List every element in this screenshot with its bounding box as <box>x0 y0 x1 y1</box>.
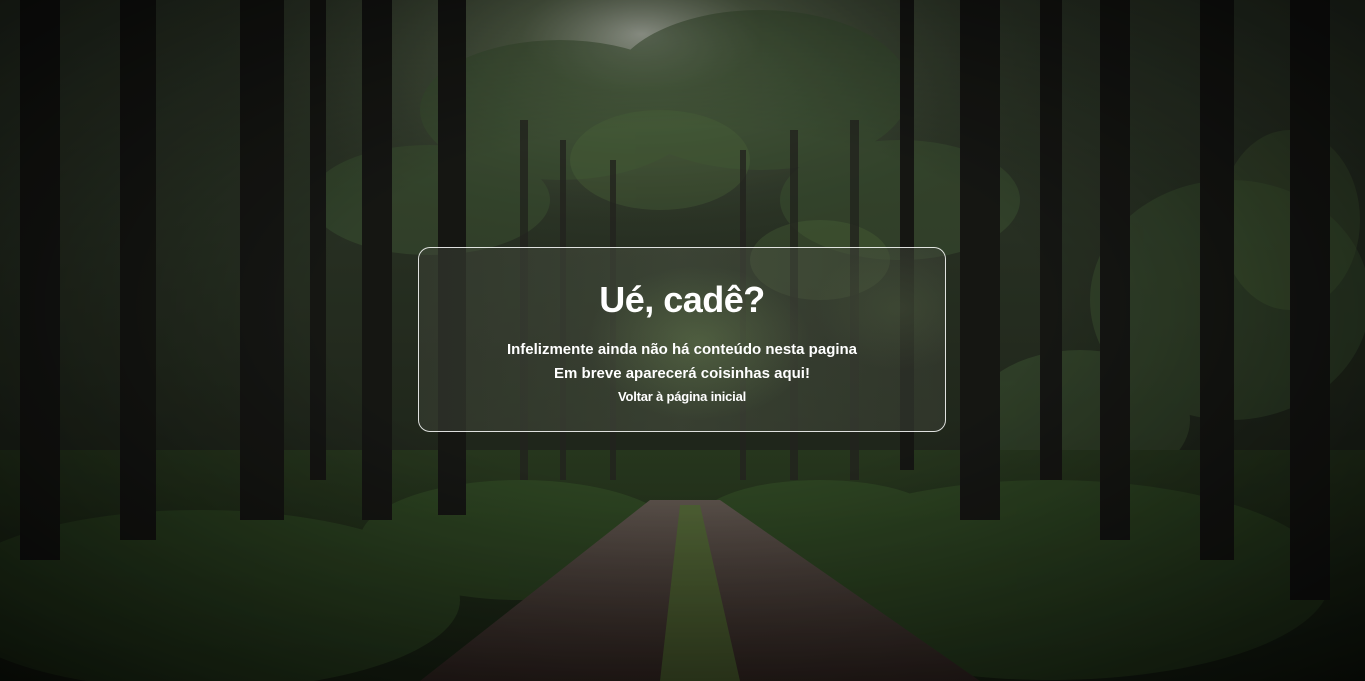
card-content: Ué, cadê? Infelizmente ainda não há cont… <box>419 248 945 408</box>
page-title: Ué, cadê? <box>599 279 765 320</box>
coming-soon-message: Em breve aparecerá coisinhas aqui! <box>554 365 810 382</box>
empty-content-message: Infelizmente ainda não há conteúdo nesta… <box>506 341 858 358</box>
not-found-page: Ué, cadê? Infelizmente ainda não há cont… <box>0 0 1365 681</box>
back-to-home-link[interactable]: Voltar à página inicial <box>618 386 746 408</box>
message-card: Ué, cadê? Infelizmente ainda não há cont… <box>418 247 946 432</box>
